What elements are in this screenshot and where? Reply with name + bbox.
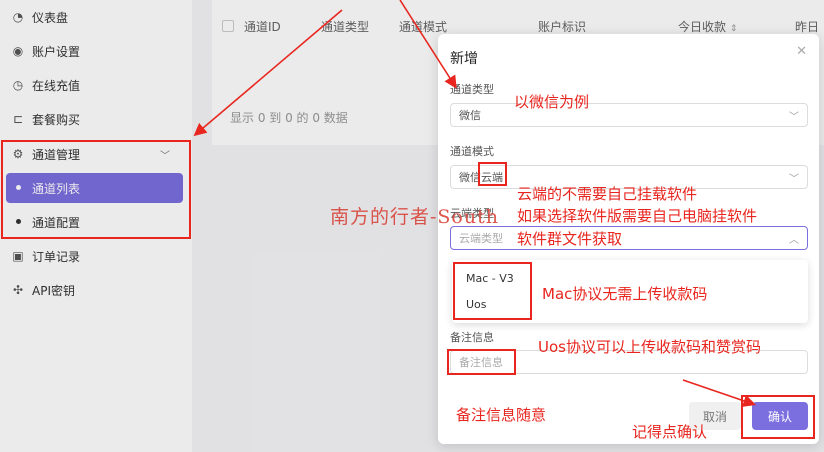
arrow-to-confirm [682,379,757,407]
annotation-arrows [193,0,757,407]
arrow-to-channel-menu [193,9,343,137]
arrow-to-channel-type [399,0,457,89]
